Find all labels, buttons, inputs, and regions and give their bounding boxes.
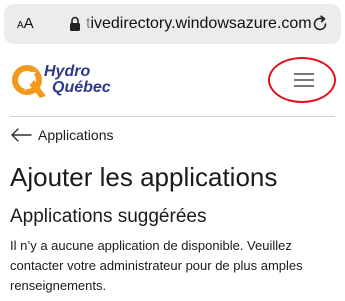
logo-line-2: Québec	[52, 79, 111, 96]
header-divider	[10, 116, 335, 117]
empty-state-message: Il n’y a aucune application de disponibl…	[10, 238, 303, 293]
address-bar[interactable]: AA tivedirectory.windowsazure.com	[4, 4, 341, 44]
text-size-small-label: A	[17, 20, 24, 31]
url-text: ivedirectory.windowsazure.com	[90, 15, 312, 32]
page: AA tivedirectory.windowsazure.com Hydro …	[0, 0, 345, 301]
text-size-big-label: A	[23, 15, 34, 32]
arrow-left-icon	[11, 128, 32, 142]
back-link-label: Applications	[38, 127, 114, 143]
highlight-circle	[268, 57, 336, 103]
text-size-button[interactable]: AA	[17, 15, 34, 35]
logo-text: Hydro Québec	[44, 64, 111, 96]
hydro-quebec-logo[interactable]: Hydro Québec	[10, 60, 130, 106]
back-to-applications-link[interactable]: Applications	[10, 124, 114, 146]
browser-toolbar: AA tivedirectory.windowsazure.com	[0, 0, 345, 52]
page-title: Ajouter les applications	[10, 162, 278, 192]
url-field[interactable]: tivedirectory.windowsazure.com	[86, 14, 312, 34]
section-title: Applications suggérées	[10, 206, 207, 227]
lock-icon	[70, 16, 80, 31]
reload-icon[interactable]	[310, 14, 330, 34]
logo-line-1: Hydro	[44, 63, 91, 80]
